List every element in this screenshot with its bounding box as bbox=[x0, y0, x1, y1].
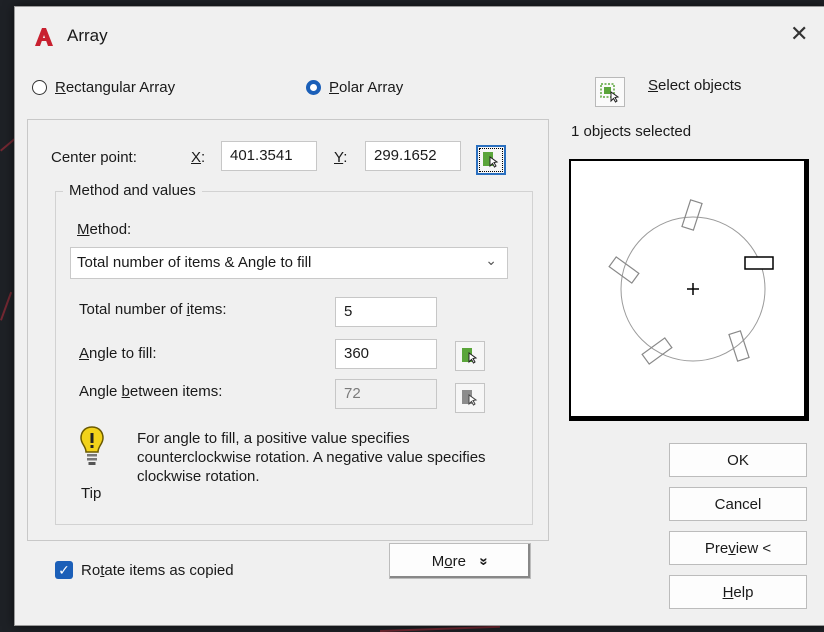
select-objects-label: Select objects bbox=[648, 77, 742, 94]
center-point-label: Center point: bbox=[51, 149, 137, 166]
rectangular-array-label: Rectangular Array bbox=[55, 79, 176, 96]
center-y-label: Y: bbox=[334, 149, 348, 166]
polar-array-label: Polar Array bbox=[329, 79, 404, 96]
help-button[interactable]: Help bbox=[669, 575, 807, 609]
more-button-label: More bbox=[431, 552, 466, 570]
angle-to-fill-input[interactable]: 360 bbox=[335, 339, 437, 369]
angle-between-label: Angle between items: bbox=[79, 383, 223, 400]
radio-indicator bbox=[32, 80, 47, 95]
selection-count: 1 objects selected bbox=[571, 123, 692, 140]
center-y-input[interactable]: 299.1652 bbox=[365, 141, 461, 171]
angle-to-fill-label: Angle to fill: bbox=[79, 345, 157, 362]
rotate-items-label: Rotate items as copied bbox=[81, 562, 234, 579]
cancel-button[interactable]: Cancel bbox=[669, 487, 807, 521]
preview-button[interactable]: Preview < bbox=[669, 531, 807, 565]
array-preview bbox=[569, 159, 809, 421]
pick-angle-between-button bbox=[455, 383, 485, 413]
preview-button-label: Preview < bbox=[704, 539, 772, 557]
method-label: Method: bbox=[77, 221, 132, 238]
background-line bbox=[380, 625, 500, 632]
array-dialog: Array ✕ Rectangular Array Polar Array Se… bbox=[14, 6, 824, 626]
center-x-label: X: bbox=[191, 149, 206, 166]
tip-label: Tip bbox=[81, 485, 102, 502]
total-items-label: Total number of items: bbox=[79, 301, 227, 318]
lightbulb-tip-icon bbox=[80, 426, 104, 465]
background-line bbox=[0, 291, 13, 321]
help-button-label: Help bbox=[722, 583, 754, 601]
pick-angle-between-icon bbox=[462, 390, 478, 406]
title-bar: Array ✕ bbox=[15, 7, 824, 63]
pick-angle-to-fill-button[interactable] bbox=[455, 341, 485, 371]
autocad-logo-icon bbox=[35, 28, 53, 46]
method-select[interactable]: Total number of items & Angle to fill ⌄ bbox=[70, 247, 508, 279]
pick-point-icon bbox=[483, 152, 499, 168]
total-items-input[interactable]: 5 bbox=[335, 297, 437, 327]
rotate-items-checkbox[interactable]: ✓ bbox=[55, 561, 73, 579]
tip-text: For angle to fill, a positive value spec… bbox=[137, 430, 486, 485]
select-objects-icon bbox=[600, 83, 620, 103]
center-x-input[interactable]: 401.3541 bbox=[221, 141, 317, 171]
rectangular-array-radio[interactable]: Rectangular Array bbox=[32, 79, 175, 96]
more-button[interactable]: More » bbox=[389, 543, 531, 579]
angle-between-input: 72 bbox=[335, 379, 437, 409]
pick-center-point-button[interactable] bbox=[476, 145, 506, 175]
preview-drawing bbox=[608, 199, 774, 365]
ok-button[interactable]: OK bbox=[669, 443, 807, 477]
chevron-down-icon: ⌄ bbox=[485, 252, 497, 268]
select-objects-button[interactable] bbox=[595, 77, 625, 107]
close-icon[interactable]: ✕ bbox=[790, 21, 808, 47]
double-chevron-icon: » bbox=[475, 556, 493, 566]
dialog-title: Array bbox=[67, 26, 108, 45]
method-selected-value: Total number of items & Angle to fill bbox=[77, 254, 312, 271]
radio-indicator-selected bbox=[306, 80, 321, 95]
polar-array-radio[interactable]: Polar Array bbox=[306, 79, 403, 96]
method-values-title: Method and values bbox=[63, 182, 202, 199]
pick-angle-icon bbox=[462, 348, 478, 364]
